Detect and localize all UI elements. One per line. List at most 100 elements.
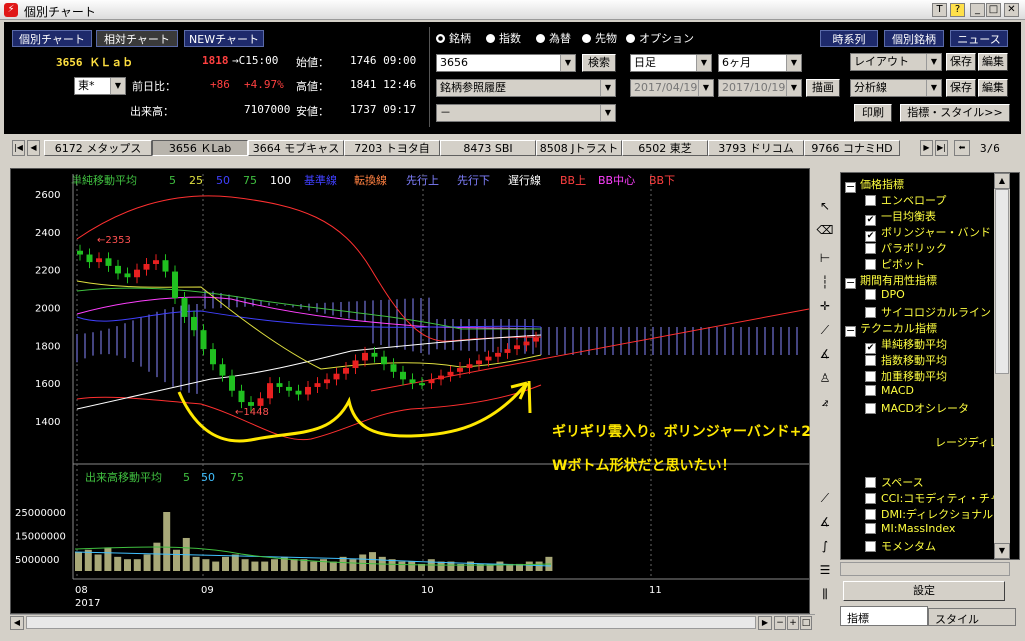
indicator-item[interactable]: スペース — [865, 474, 924, 490]
new-chart-button[interactable]: NEWチャート — [184, 30, 264, 47]
indicator-item[interactable]: MI:MassIndex — [865, 522, 955, 535]
maximize-button[interactable]: □ — [986, 3, 1001, 17]
radio-sakimono[interactable]: 先物 — [582, 30, 617, 46]
indicator-group[interactable]: − 期間有用性指標 — [845, 272, 937, 289]
back-arrow-icon[interactable]: ⬅ — [954, 140, 970, 156]
indicator-hscroll[interactable] — [840, 562, 1010, 576]
indicator-item[interactable]: CCI:コモディティ・チャ — [865, 490, 1001, 506]
analysis-select[interactable]: 分析線 ▼ — [850, 79, 942, 97]
span-select[interactable]: 6ヶ月 ▼ — [718, 54, 802, 72]
checkbox-icon[interactable] — [865, 307, 876, 318]
indicator-item[interactable]: 加重移動平均 — [865, 368, 947, 384]
hline-tool-icon[interactable]: ⊢ — [815, 248, 835, 268]
indicator-item[interactable]: MACD — [865, 384, 914, 397]
checkbox-icon[interactable] — [865, 403, 876, 414]
analysis-edit-button[interactable]: 編集 — [978, 79, 1008, 97]
indicator-tab[interactable]: 指標 — [840, 606, 928, 626]
line-tool-icon[interactable]: ⟋ — [815, 488, 835, 508]
price-chart-svg[interactable]: 単純移動平均 5 25 50 75 100 基準線 転換線 先行上 先行下 遅行… — [11, 169, 864, 615]
pointer-tool-icon[interactable]: ↖ — [815, 196, 835, 216]
news-button[interactable]: ニュース — [950, 30, 1008, 47]
market-select[interactable]: 東* ▼ — [74, 77, 126, 95]
channel-tool-icon[interactable]: ⫼ — [815, 584, 835, 604]
checkbox-icon[interactable] — [865, 541, 876, 552]
chart-hscroll[interactable]: ◀ ▶ − + □ — [10, 614, 815, 630]
indicator-group[interactable]: − 価格指標 — [845, 176, 904, 193]
stock-tab-5[interactable]: 8508 Jトラスト — [536, 140, 622, 156]
help-button[interactable]: ? — [950, 3, 965, 17]
checkbox-icon[interactable] — [865, 493, 876, 504]
radio-meigara[interactable]: 銘柄 — [436, 30, 471, 46]
fan-tool-icon[interactable]: ⦨ — [815, 392, 835, 412]
indicator-style-button[interactable]: 指標・スタイル>> — [900, 104, 1010, 122]
radio-shisu[interactable]: 指数 — [486, 30, 521, 46]
radio-kawase[interactable]: 為替 — [536, 30, 571, 46]
checkbox-icon[interactable] — [865, 523, 876, 534]
print-button[interactable]: 印刷 — [854, 104, 892, 122]
eraser-tool-icon[interactable]: ⌫ — [815, 220, 835, 240]
indicator-item[interactable]: 指数移動平均 — [865, 352, 947, 368]
checkbox-icon[interactable] — [865, 195, 876, 206]
trend-tool-icon[interactable]: ⟋ — [815, 320, 835, 340]
indicator-group[interactable]: − テクニカル指標 — [845, 320, 937, 337]
code-input[interactable]: 3656 ▼ — [436, 54, 576, 72]
stock-tab-4[interactable]: 8473 SBI — [440, 140, 536, 156]
hscroll-thumb[interactable] — [26, 616, 756, 629]
indicator-item[interactable]: エンベロープ — [865, 192, 946, 208]
indicator-item[interactable]: ピボット — [865, 256, 925, 272]
checkbox-icon[interactable] — [865, 371, 876, 382]
ashi-select[interactable]: 日足 ▼ — [630, 54, 712, 72]
text-mode-button[interactable]: T — [932, 3, 947, 17]
kobetsu-meigara-button[interactable]: 個別銘柄 — [884, 30, 944, 47]
jikeiretsu-button[interactable]: 時系列 — [820, 30, 878, 47]
soutai-chart-button[interactable]: 相対チャート — [96, 30, 178, 47]
layout-save-button[interactable]: 保存 — [946, 53, 976, 71]
first-tab-button[interactable]: |◀ — [12, 140, 25, 156]
stock-tab-6[interactable]: 6502 東芝 — [622, 140, 708, 156]
checkbox-icon[interactable] — [865, 477, 876, 488]
checkbox-icon[interactable] — [865, 289, 876, 300]
indicator-item[interactable]: パラボリック — [865, 240, 947, 256]
analysis-save-button[interactable]: 保存 — [946, 79, 976, 97]
checkbox-icon[interactable] — [865, 243, 876, 254]
settings-button[interactable]: 設定 — [843, 581, 1005, 601]
angle2-tool-icon[interactable]: ∡ — [815, 512, 835, 532]
indicator-item[interactable]: MACDオシレータ — [865, 400, 969, 416]
kobetsu-chart-button[interactable]: 個別チャート — [12, 30, 92, 47]
close-button[interactable]: ✕ — [1004, 3, 1019, 17]
draw-button[interactable]: 描画 — [806, 79, 840, 97]
scroll-left-icon[interactable]: ◀ — [10, 616, 24, 630]
checkbox-icon[interactable] — [865, 385, 876, 396]
stock-tab-0[interactable]: 6172 メタップス — [44, 140, 152, 156]
indicator-item[interactable]: モメンタム — [865, 538, 936, 554]
indicator-item[interactable]: サイコロジカルライン — [865, 304, 991, 320]
collapse-icon[interactable]: − — [845, 277, 856, 289]
zoom-in-icon[interactable]: + — [787, 616, 799, 630]
style-tab[interactable]: スタイル — [928, 608, 1016, 626]
vline-tool-icon[interactable]: ┆ — [815, 272, 835, 292]
checkbox-icon[interactable] — [865, 355, 876, 366]
zoom-reset-icon[interactable]: □ — [800, 616, 812, 630]
fibo-tool-icon[interactable]: ♙ — [815, 368, 835, 388]
stock-tab-3[interactable]: 7203 トヨタ自 — [344, 140, 440, 156]
cross-tool-icon[interactable]: ✛ — [815, 296, 835, 316]
zoom-out-icon[interactable]: − — [774, 616, 786, 630]
chart-area[interactable]: 単純移動平均 5 25 50 75 100 基準線 転換線 先行上 先行下 遅行… — [10, 168, 864, 615]
stock-tab-2[interactable]: 3664 モブキャス — [248, 140, 344, 156]
stock-tab-7[interactable]: 3793 ドリコム — [708, 140, 804, 156]
from-date[interactable]: 2017/04/19 ▼ — [630, 79, 714, 97]
last-tab-button[interactable]: ▶| — [935, 140, 948, 156]
indicator-scrollbar[interactable]: ▲ ▼ — [994, 173, 1010, 559]
search-button[interactable]: 検索 — [582, 54, 616, 72]
scroll-right-icon[interactable]: ▶ — [758, 616, 772, 630]
scroll-down-icon[interactable]: ▼ — [994, 543, 1010, 559]
third-select[interactable]: － ▼ — [436, 104, 616, 122]
collapse-icon[interactable]: − — [845, 325, 856, 337]
curve-tool-icon[interactable]: ∫ — [815, 536, 835, 556]
indicator-item[interactable]: DMI:ディレクショナル — [865, 506, 993, 522]
minimize-button[interactable]: _ — [970, 3, 985, 17]
prev-tab-button[interactable]: ◀ — [27, 140, 40, 156]
indicator-item[interactable]: DPO — [865, 288, 905, 301]
angle-tool-icon[interactable]: ∡ — [815, 344, 835, 364]
scroll-up-icon[interactable]: ▲ — [994, 173, 1010, 189]
